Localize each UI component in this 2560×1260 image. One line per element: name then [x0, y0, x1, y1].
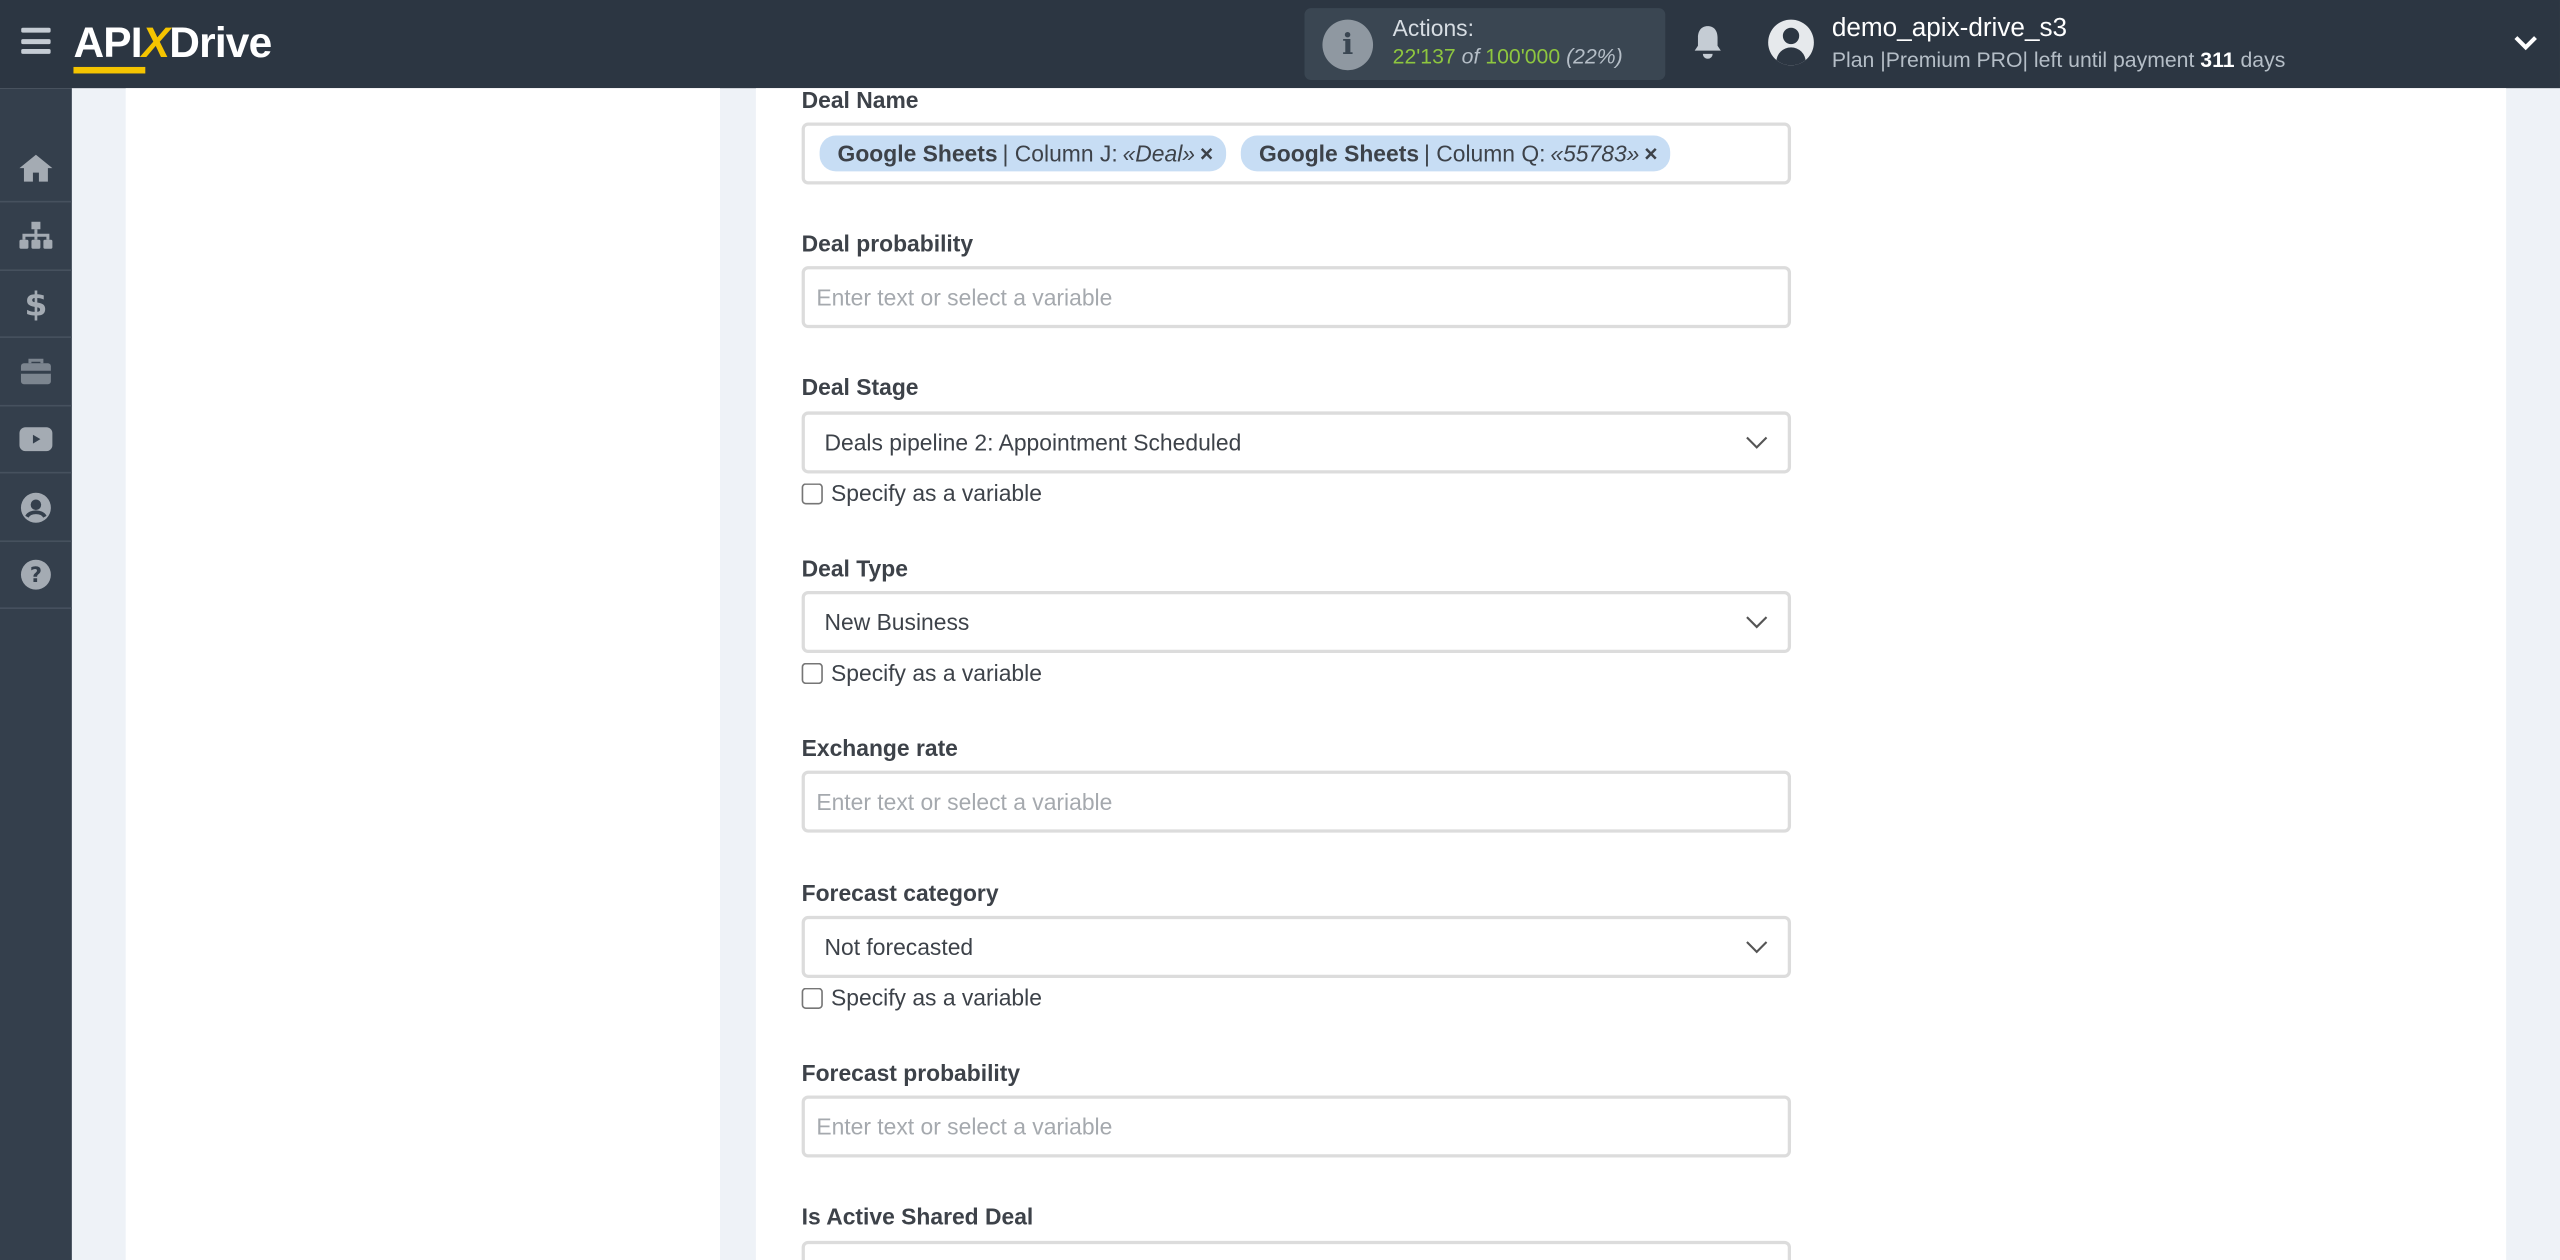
svg-text:?: ? — [30, 563, 42, 587]
checkbox-label: Specify as a variable — [831, 479, 1042, 507]
left-panel — [125, 88, 720, 1260]
sidebar-item-help[interactable]: ? — [0, 542, 72, 609]
exchange-rate-input[interactable]: Enter text or select a variable — [801, 770, 1792, 833]
username[interactable]: demo_apix-drive_s3 — [1832, 15, 2067, 44]
info-icon: i — [1322, 19, 1374, 71]
chevron-down-icon — [1746, 436, 1768, 449]
dollar-icon: $ — [24, 286, 47, 322]
menu-icon[interactable] — [21, 27, 51, 54]
forecast-category-label: Forecast category — [801, 879, 999, 907]
question-circle-icon: ? — [20, 559, 51, 590]
actions-value: 22'137 of 100'000 (22%) — [1392, 44, 1623, 69]
user-circle-icon — [20, 492, 51, 523]
plan-info: Plan |Premium PRO| left until payment 31… — [1831, 47, 2286, 72]
checkbox[interactable] — [801, 662, 823, 684]
exchange-rate-label: Exchange rate — [801, 734, 958, 761]
selected-value: Deals pipeline 2: Appointment Scheduled — [824, 429, 1242, 456]
remove-tag-icon[interactable]: × — [1200, 140, 1213, 166]
bell-icon[interactable] — [1690, 23, 1726, 62]
sidebar-item-billing[interactable]: $ — [0, 271, 72, 338]
checkbox-label: Specify as a variable — [831, 984, 1042, 1011]
forecast-probability-input[interactable]: Enter text or select a variable — [801, 1095, 1792, 1158]
apixdrive-logo[interactable]: APIXDrive — [73, 18, 272, 74]
deal-probability-label: Deal probability — [801, 230, 974, 257]
selected-value: Not forecasted — [824, 933, 974, 960]
deal-probability-input[interactable]: Enter text or select a variable — [801, 266, 1792, 329]
deal-stage-variable-checkbox[interactable]: Specify as a variable — [801, 479, 1042, 507]
chevron-down-icon — [1746, 616, 1768, 629]
is-active-shared-deal-select[interactable] — [801, 1240, 1792, 1260]
deal-name-field[interactable]: Google Sheets | Column J: «Deal» × Google S… — [801, 122, 1792, 185]
selected-value: New Business — [824, 608, 970, 636]
forecast-category-variable-checkbox[interactable]: Specify as a variable — [801, 984, 1042, 1011]
actions-label: Actions: — [1392, 14, 1474, 41]
deal-stage-label: Deal Stage — [801, 373, 919, 400]
checkbox[interactable] — [801, 482, 823, 504]
checkbox[interactable] — [801, 986, 823, 1009]
briefcase-icon — [20, 358, 51, 385]
svg-text:$: $ — [24, 286, 47, 322]
deal-stage-select[interactable]: Deals pipeline 2: Appointment Scheduled — [801, 411, 1792, 474]
sidebar-item-connections[interactable] — [0, 204, 72, 272]
variable-tag: Google Sheets | Column J: «Deal» × — [819, 135, 1227, 172]
sitemap-icon — [19, 221, 53, 249]
chevron-down-icon[interactable] — [2513, 29, 2539, 55]
home-icon — [19, 154, 53, 182]
checkbox-label: Specify as a variable — [831, 659, 1042, 686]
remove-tag-icon[interactable]: × — [1644, 140, 1657, 166]
chevron-down-icon — [1746, 941, 1768, 954]
deal-type-variable-checkbox[interactable]: Specify as a variable — [801, 659, 1042, 686]
forecast-probability-label: Forecast probability — [801, 1059, 1021, 1086]
sidebar-item-tools[interactable] — [0, 340, 72, 407]
deal-type-label: Deal Type — [801, 555, 908, 582]
forecast-category-select[interactable]: Not forecasted — [801, 915, 1792, 978]
actions-counter: i Actions: 22'137 of 100'000 (22%) — [1304, 8, 1666, 80]
sidebar-item-home[interactable] — [0, 136, 72, 203]
sidebar-item-profile[interactable] — [0, 475, 72, 543]
deal-name-label: Deal Name — [801, 86, 919, 113]
youtube-icon — [19, 427, 53, 452]
sidebar-item-videos[interactable] — [0, 407, 72, 474]
avatar[interactable] — [1768, 19, 1814, 66]
variable-tag: Google Sheets | Column Q: «55783» × — [1241, 135, 1671, 172]
is-active-shared-deal-label: Is Active Shared Deal — [801, 1203, 1034, 1230]
deal-type-select[interactable]: New Business — [801, 591, 1792, 654]
sidebar: $ ? — [0, 88, 72, 1260]
top-header: APIXDrive i Actions: 22'137 of 100'000 (… — [0, 0, 2560, 89]
